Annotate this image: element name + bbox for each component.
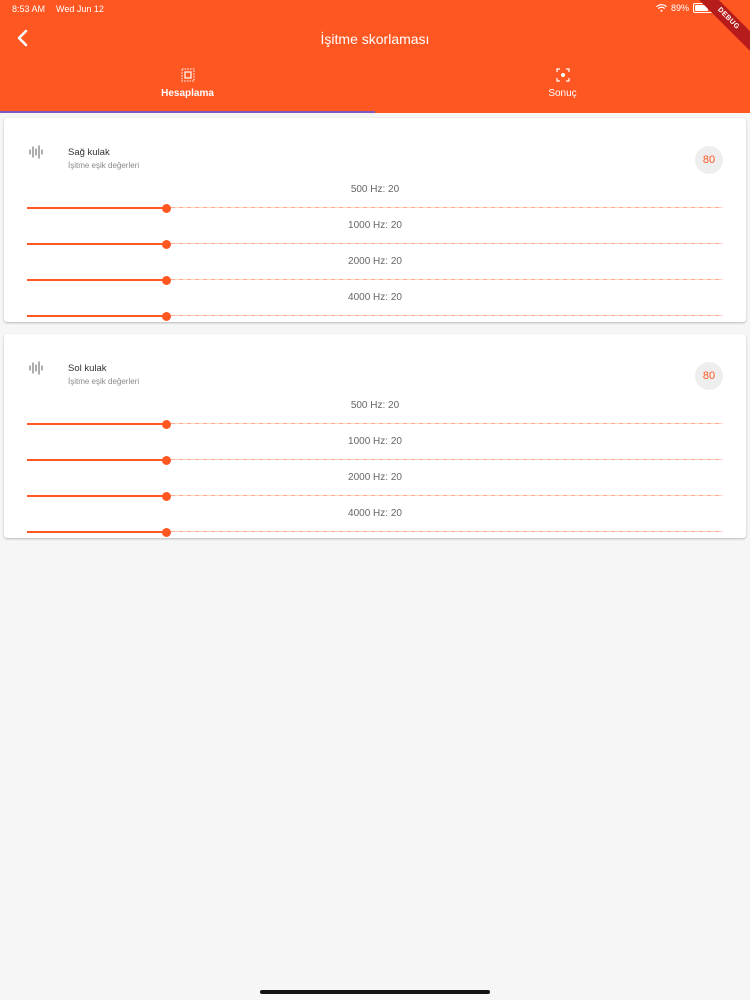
- frequency-slider[interactable]: [27, 312, 723, 321]
- page-title: İşitme skorlaması: [320, 31, 430, 47]
- slider-thumb[interactable]: [161, 492, 171, 501]
- battery-percent: 89%: [670, 3, 689, 13]
- slider-label: 500 Hz: 20: [350, 400, 400, 411]
- home-indicator: [260, 990, 490, 994]
- slider-row: 2000 Hz: 20: [4, 250, 746, 286]
- slider-row: 4000 Hz: 20: [4, 502, 746, 538]
- slider-row: 2000 Hz: 20: [4, 466, 746, 502]
- card-title: Sağ kulak: [68, 147, 110, 158]
- frequency-slider[interactable]: [27, 528, 723, 537]
- slider-label: 4000 Hz: 20: [348, 292, 402, 303]
- frequency-slider[interactable]: [27, 456, 723, 465]
- tab-indicator: [0, 111, 375, 113]
- card-right-ear: Sağ kulak İşitme eşik değerleri 80 500 H…: [4, 118, 746, 322]
- focus-frame-icon: [555, 68, 570, 82]
- slider-row: 1000 Hz: 20: [4, 214, 746, 250]
- slider-label: 500 Hz: 20: [350, 184, 400, 195]
- slider-active-track: [27, 242, 166, 245]
- slider-label: 1000 Hz: 20: [348, 220, 402, 231]
- card-left-ear: Sol kulak İşitme eşik değerleri 80 500 H…: [4, 334, 746, 538]
- status-date: Wed Jun 12: [56, 4, 104, 14]
- slider-thumb[interactable]: [161, 276, 171, 285]
- tab-label: Hesaplama: [161, 88, 214, 99]
- slider-thumb[interactable]: [161, 420, 171, 429]
- frequency-slider[interactable]: [27, 204, 723, 213]
- frequency-slider[interactable]: [27, 240, 723, 249]
- title-bar: İşitme skorlaması: [0, 22, 750, 56]
- slider-thumb[interactable]: [161, 204, 171, 213]
- slider-label: 1000 Hz: 20: [348, 436, 402, 447]
- slider-row: 500 Hz: 20: [4, 178, 746, 214]
- slider-label: 4000 Hz: 20: [348, 508, 402, 519]
- status-bar: 8:53 AM Wed Jun 12 89%: [0, 0, 750, 18]
- select-frame-icon: [181, 68, 194, 82]
- audio-wave-icon: [29, 145, 43, 159]
- app-bar: 8:53 AM Wed Jun 12 89% DEBUG İşitme skor…: [0, 0, 750, 113]
- card-header: Sol kulak İşitme eşik değerleri 80: [4, 334, 746, 394]
- tab-sonuc[interactable]: Sonuç: [375, 64, 750, 113]
- card-title: Sol kulak: [68, 363, 107, 374]
- audio-wave-icon: [29, 361, 43, 375]
- slider-row: 500 Hz: 20: [4, 394, 746, 430]
- slider-active-track: [27, 278, 166, 281]
- slider-active-track: [27, 530, 166, 533]
- slider-thumb[interactable]: [161, 528, 171, 537]
- slider-list: 500 Hz: 20 1000 Hz: 20 2000 Hz: 20 4000 Hz:…: [4, 394, 746, 538]
- tab-hesaplama[interactable]: Hesaplama: [0, 64, 375, 113]
- score-badge: 80: [695, 362, 723, 390]
- slider-thumb[interactable]: [161, 312, 171, 321]
- slider-thumb[interactable]: [161, 456, 171, 465]
- slider-active-track: [27, 206, 166, 209]
- slider-label: 2000 Hz: 20: [348, 472, 402, 483]
- wifi-icon: [656, 4, 667, 12]
- frequency-slider[interactable]: [27, 420, 723, 429]
- tab-bar: Hesaplama Sonuç: [0, 64, 750, 113]
- card-subtitle: İşitme eşik değerleri: [68, 161, 140, 170]
- slider-label: 2000 Hz: 20: [348, 256, 402, 267]
- tab-label: Sonuç: [548, 88, 577, 99]
- card-header: Sağ kulak İşitme eşik değerleri 80: [4, 118, 746, 178]
- slider-thumb[interactable]: [161, 240, 171, 249]
- slider-active-track: [27, 458, 166, 461]
- status-time: 8:53 AM: [12, 4, 46, 14]
- slider-row: 1000 Hz: 20: [4, 430, 746, 466]
- slider-active-track: [27, 494, 166, 497]
- slider-active-track: [27, 422, 166, 425]
- slider-active-track: [27, 314, 166, 317]
- card-subtitle: İşitme eşik değerleri: [68, 377, 140, 386]
- frequency-slider[interactable]: [27, 276, 723, 285]
- slider-list: 500 Hz: 20 1000 Hz: 20 2000 Hz: 20 4000 Hz:…: [4, 178, 746, 322]
- score-badge: 80: [695, 146, 723, 174]
- frequency-slider[interactable]: [27, 492, 723, 501]
- slider-row: 4000 Hz: 20: [4, 286, 746, 322]
